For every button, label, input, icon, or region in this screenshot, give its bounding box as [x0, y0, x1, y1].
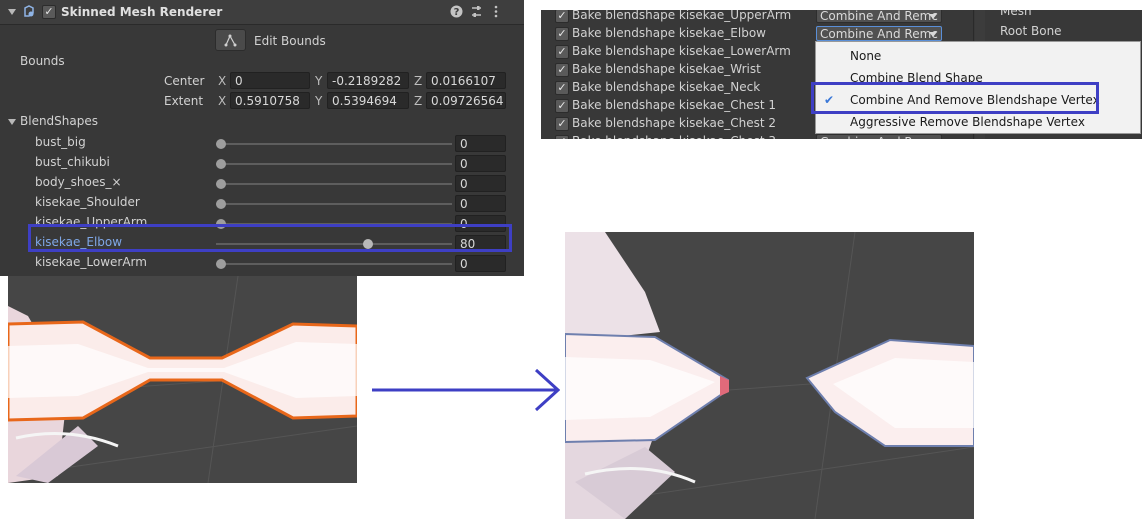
dropdown-option[interactable]: Aggressive Remove Blendshape Vertex: [816, 112, 1140, 132]
blendshape-value-field[interactable]: 0: [455, 195, 506, 212]
center-z-field[interactable]: 0.0166107: [426, 72, 506, 89]
blendshape-slider-track[interactable]: [216, 203, 452, 205]
center-x-field[interactable]: 0: [230, 72, 310, 89]
blendshape-name: bust_big: [35, 135, 86, 149]
scene-before-svg: [8, 276, 357, 483]
dropdown-option-label: Aggressive Remove Blendshape Vertex: [850, 115, 1085, 129]
bake-mode-value: Combine And Remc: [820, 135, 938, 139]
bake-row-label: Bake blendshape kisekae_Chest 2: [572, 116, 777, 130]
side-item-mesh: Mesh: [1000, 10, 1032, 18]
blendshapes-foldout-icon[interactable]: [8, 119, 16, 125]
arrow-icon: [372, 368, 560, 412]
bake-checkbox[interactable]: ✓: [555, 10, 569, 23]
blendshape-name: kisekae_LowerArm: [35, 255, 147, 269]
blendshape-value-field[interactable]: 0: [455, 175, 506, 192]
edit-bounds-label: Edit Bounds: [254, 34, 326, 48]
dropdown-option-label: None: [850, 49, 882, 63]
skinned-mesh-icon: [24, 5, 34, 17]
blendshape-row[interactable]: kisekae_Shoulder 0: [0, 194, 524, 214]
bake-checkbox[interactable]: ✓: [555, 117, 569, 131]
component-title: Skinned Mesh Renderer: [61, 5, 223, 19]
bake-row-label: Bake blendshape kisekae_Chest 3: [572, 134, 776, 139]
center-x-axis-label: X: [218, 74, 227, 88]
blendshape-slider-track[interactable]: [216, 163, 452, 165]
bake-row-label: Bake blendshape kisekae_Neck: [572, 80, 761, 94]
bake-checkbox[interactable]: ✓: [555, 27, 569, 41]
dropdown-option[interactable]: None: [816, 46, 1140, 66]
blendshape-row[interactable]: bust_big 0: [0, 134, 524, 154]
center-label: Center: [164, 74, 205, 88]
extent-x-field[interactable]: 0.5910758: [230, 92, 310, 109]
extent-z-axis-label: Z: [414, 94, 423, 108]
blendshape-name: kisekae_Shoulder: [35, 195, 140, 209]
component-header[interactable]: ✓ Skinned Mesh Renderer ?: [0, 0, 524, 25]
edit-bounds-icon: [224, 34, 237, 47]
bake-checkbox[interactable]: ✓: [555, 45, 569, 59]
blendshape-value-field[interactable]: 0: [455, 255, 506, 272]
selected-option-highlight-box: [811, 82, 1099, 114]
foldout-arrow-icon[interactable]: [8, 9, 16, 15]
blendshape-name: body_shoes_×: [35, 175, 122, 189]
blendshapes-label: BlendShapes: [20, 114, 98, 128]
bake-mode-dropdown[interactable]: Combine And Remc: [816, 134, 942, 139]
bake-mode-dropdown[interactable]: Combine And Remc: [816, 26, 942, 41]
extent-y-axis-label: Y: [315, 94, 323, 108]
edit-bounds-button[interactable]: [215, 29, 246, 51]
viewport-after[interactable]: [565, 232, 974, 519]
blendshape-slider-knob[interactable]: [216, 199, 226, 209]
component-enabled-checkbox[interactable]: ✓: [42, 5, 56, 19]
dropdown-arrow-icon: [929, 32, 937, 37]
bake-row-label: Bake blendshape kisekae_Chest 1: [572, 98, 777, 112]
blendshape-value-field[interactable]: 0: [455, 155, 506, 172]
blendshape-name: bust_chikubi: [35, 155, 110, 169]
viewport-before[interactable]: [8, 276, 357, 483]
preset-icon[interactable]: [470, 5, 483, 18]
blendshape-slider-track[interactable]: [216, 143, 452, 145]
blendshape-value-field[interactable]: 0: [455, 135, 506, 152]
extent-x-axis-label: X: [218, 94, 227, 108]
bake-checkbox[interactable]: ✓: [555, 135, 569, 139]
bake-mode-dropdown[interactable]: Combine And Remc: [816, 10, 942, 23]
side-item-root-bone: Root Bone: [1000, 24, 1062, 38]
center-y-field[interactable]: -0.2189282: [327, 72, 409, 89]
bake-mode-value: Combine And Remc: [820, 27, 938, 41]
extent-z-field[interactable]: 0.09726564: [426, 92, 506, 109]
bounds-label: Bounds: [20, 54, 65, 68]
blendshape-row[interactable]: kisekae_LowerArm 0: [0, 254, 524, 274]
blendshape-slider-knob[interactable]: [216, 139, 226, 149]
blendshape-row[interactable]: body_shoes_× 0: [0, 174, 524, 194]
dropdown-arrow-icon: [929, 14, 937, 19]
elbow-highlight-box: [28, 224, 512, 252]
blendshape-slider-track[interactable]: [216, 183, 452, 185]
blendshape-row[interactable]: bust_chikubi 0: [0, 154, 524, 174]
extent-y-field[interactable]: 0.5394694: [327, 92, 409, 109]
bake-row-label: Bake blendshape kisekae_UpperArm: [572, 10, 792, 22]
kebab-menu-icon[interactable]: [492, 5, 500, 18]
extent-label: Extent: [164, 94, 204, 108]
bake-checkbox[interactable]: ✓: [555, 81, 569, 95]
bake-checkbox[interactable]: ✓: [555, 99, 569, 113]
bake-row-label: Bake blendshape kisekae_Wrist: [572, 62, 761, 76]
blendshape-slider-knob[interactable]: [216, 259, 226, 269]
center-y-axis-label: Y: [315, 74, 323, 88]
help-icon[interactable]: ?: [450, 5, 463, 18]
bake-row-label: Bake blendshape kisekae_LowerArm: [572, 44, 791, 58]
bake-row-label: Bake blendshape kisekae_Elbow: [572, 26, 766, 40]
bake-checkbox[interactable]: ✓: [555, 63, 569, 77]
scene-after-svg: [565, 232, 974, 519]
blendshape-slider-knob[interactable]: [216, 159, 226, 169]
blendshape-slider-track[interactable]: [216, 263, 452, 265]
blendshape-slider-knob[interactable]: [216, 179, 226, 189]
bake-mode-value: Combine And Remc: [820, 10, 938, 23]
center-z-axis-label: Z: [414, 74, 423, 88]
svg-text:?: ?: [454, 7, 460, 18]
